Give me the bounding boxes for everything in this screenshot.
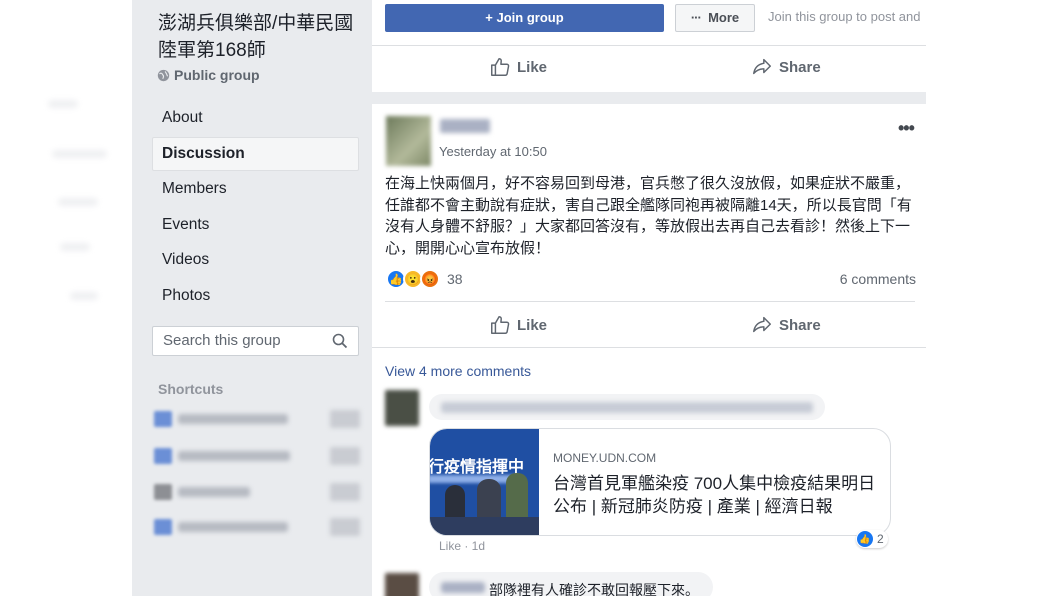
comment-text: 部隊裡有人確診不敢回報壓下來。 [489,582,699,596]
shortcuts-heading: Shortcuts [158,381,224,397]
thumbs-up-icon [491,316,510,334]
group-nav: About Discussion Members Events Videos P… [152,101,359,314]
reaction-count: 38 [447,271,463,287]
angry-reaction-icon: 😡 [420,269,440,289]
shortcut-icon [154,484,172,500]
background-blur [70,292,98,300]
shortcut-label-blurred [178,414,288,424]
nav-item-about[interactable]: About [152,101,359,135]
background-blur [52,150,107,158]
facebook-group-page: 澎湖兵俱樂部/中華民國陸軍第168師 Public group About Di… [0,0,1060,596]
divider [385,301,915,302]
shortcut-label-blurred [178,451,290,461]
thumbs-up-icon [491,58,510,76]
share-icon [753,316,771,333]
podium [430,517,539,535]
shortcut-item[interactable] [154,516,360,538]
shortcut-icon [154,411,172,427]
join-group-label: Join group [496,10,564,25]
share-button[interactable]: Share [751,56,821,78]
share-label: Share [779,58,821,76]
commenter-name-blurred [441,582,485,593]
link-domain: MONEY.UDN.COM [553,451,657,465]
like-label: Like [517,316,548,334]
shortcut-item[interactable] [154,445,360,467]
comments-count-link[interactable]: 6 comments [840,271,916,287]
background-blur [60,243,90,251]
nav-item-events[interactable]: Events [152,208,359,242]
thumbs-up-icon: 👍 [857,531,873,547]
search-icon[interactable] [332,333,348,349]
group-search-input[interactable]: Search this group [152,326,359,356]
comment-text-blurred [441,402,813,413]
background-blur [58,198,98,206]
commenter-avatar-blurred[interactable] [385,390,419,426]
more-label: More [708,10,740,25]
post-body: 在海上快兩個月，好不容易回到母港，官兵憋了很久沒放假，如果症狀不嚴重，任誰都不會… [385,175,912,257]
nav-item-members[interactable]: Members [152,172,359,206]
shortcut-count-blurred [330,410,360,428]
link-preview-card[interactable]: 行疫情指揮中 MONEY.UDN.COM 台灣首見軍艦染疫 700人集中檢疫結果… [429,428,891,536]
globe-icon [157,69,170,81]
sign-text: 行疫情指揮中 [430,459,525,476]
group-sidebar: 澎湖兵俱樂部/中華民國陸軍第168師 Public group About Di… [132,0,372,596]
shortcut-item[interactable] [154,408,360,430]
ellipsis-icon: ··· [690,10,702,25]
nav-item-photos[interactable]: Photos [152,279,359,313]
section-gap [372,92,926,104]
link-title[interactable]: 台灣首見軍艦染疫 700人集中檢疫結果明日公布 | 新冠肺炎防疫 | 產業 | … [553,472,883,518]
comment-like-badge[interactable]: 👍 2 [856,530,888,548]
sign-subtext [430,475,518,483]
shortcut-label-blurred [178,487,250,497]
like-button[interactable]: Like [489,314,547,336]
group-title[interactable]: 澎湖兵俱樂部/中華民國陸軍第168師 [158,10,358,64]
more-button[interactable]: ··· More [675,4,755,32]
like-label: Like [517,58,548,76]
share-label: Share [779,316,821,334]
plus-icon: + [485,10,497,25]
join-hint-text: Join this group to post and [768,9,921,24]
post-timestamp[interactable]: Yesterday at 10:50 [439,144,547,159]
shortcut-label-blurred [178,522,288,532]
shortcut-item[interactable] [154,481,360,503]
share-icon [753,58,771,75]
nav-item-videos[interactable]: Videos [152,243,359,277]
like-button[interactable]: Like [489,56,547,78]
group-type-label: Public group [174,67,260,83]
divider [372,347,926,348]
comment-like-count: 2 [877,532,884,546]
shortcut-count-blurred [330,447,360,465]
join-group-button[interactable]: + Join group [385,4,664,32]
search-placeholder: Search this group [163,332,281,349]
comment-meta[interactable]: Like · 1d [439,539,485,553]
group-privacy: Public group [157,67,260,83]
divider [372,45,926,46]
view-more-comments-link[interactable]: View 4 more comments [385,363,531,379]
group-feed: + Join group ··· More Join this group to… [372,0,926,596]
reaction-summary[interactable]: 👍 😮 😡 38 [386,269,463,289]
poster-name-blurred[interactable] [440,119,490,133]
comment-bubble [429,394,825,420]
post-options-icon[interactable]: ••• [898,118,915,139]
poster-avatar-blurred[interactable] [386,116,431,166]
shortcut-icon [154,448,172,464]
commenter-avatar-blurred[interactable] [385,573,419,596]
share-button[interactable]: Share [751,314,821,336]
shortcut-icon [154,519,172,535]
shortcut-count-blurred [330,483,360,501]
nav-item-discussion[interactable]: Discussion [152,136,359,171]
background-blur [48,100,78,108]
link-preview-image: 行疫情指揮中 [430,429,539,535]
shortcut-count-blurred [330,518,360,536]
